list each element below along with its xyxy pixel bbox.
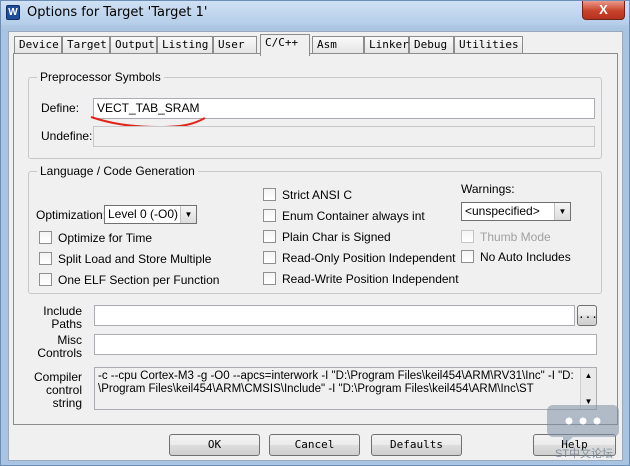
compiler-control-label: Compiler control string (32, 371, 82, 410)
compiler-control-string[interactable]: -c --cpu Cortex-M3 -g -O0 --apcs=interwo… (94, 367, 597, 410)
misc-controls-label: Misc Controls (32, 334, 82, 360)
browse-include-paths-button[interactable]: ... (577, 305, 598, 326)
c-cpp-panel: Preprocessor Symbols Define: VECT_TAB_SR… (13, 53, 618, 425)
rw-position-independent-label: Read-Write Position Independent (282, 272, 459, 286)
options-dialog: W Options for Target 'Target 1' X Device… (0, 0, 630, 466)
tab-user[interactable]: User (213, 36, 257, 54)
optimization-select[interactable]: Level 0 (-O0) ▼ (104, 205, 197, 224)
tab-asm[interactable]: Asm (312, 36, 364, 54)
plain-char-signed-label: Plain Char is Signed (282, 230, 391, 244)
checkbox-box (263, 272, 276, 285)
title-bar[interactable]: W Options for Target 'Target 1' X (1, 1, 629, 25)
window-title: Options for Target 'Target 1' (27, 5, 208, 20)
chevron-down-icon: ▼ (554, 203, 570, 220)
keil-app-icon: W (6, 5, 20, 20)
optimize-for-time-label: Optimize for Time (58, 231, 153, 245)
chevron-down-icon: ▼ (180, 206, 196, 223)
undefine-input[interactable] (93, 126, 595, 147)
cancel-button[interactable]: Cancel (269, 434, 360, 456)
preprocessor-group: Preprocessor Symbols Define: VECT_TAB_SR… (28, 70, 602, 159)
tab-target[interactable]: Target (62, 36, 110, 54)
strict-ansi-checkbox[interactable]: Strict ANSI C (263, 188, 352, 204)
tab-utilities[interactable]: Utilities (454, 36, 523, 54)
optimize-for-time-checkbox[interactable]: Optimize for Time (39, 231, 152, 247)
optimization-value: Level 0 (-O0) (108, 207, 179, 221)
ro-position-independent-label: Read-Only Position Independent (282, 251, 456, 265)
tab-device[interactable]: Device (14, 36, 62, 54)
tab-c-cpp[interactable]: C/C++ (260, 34, 310, 56)
no-auto-includes-label: No Auto Includes (480, 250, 571, 264)
checkbox-box (39, 252, 52, 265)
one-elf-section-label: One ELF Section per Function (58, 273, 220, 287)
scroll-up-icon[interactable]: ▲ (581, 368, 596, 383)
warnings-select[interactable]: <unspecified> ▼ (461, 202, 571, 221)
warnings-label: Warnings: (461, 182, 515, 196)
forum-watermark: ST中文论坛 (545, 399, 623, 460)
define-label: Define: (41, 101, 80, 115)
include-label-line-2: Paths (51, 317, 82, 331)
compiler-label-line-3: string (52, 396, 82, 410)
include-paths-input[interactable] (94, 305, 575, 326)
checkbox-box (461, 230, 474, 243)
include-paths-label: Include Paths (32, 305, 82, 331)
chat-bubble-icon (547, 405, 619, 446)
tab-listing[interactable]: Listing (157, 36, 213, 54)
enum-container-checkbox[interactable]: Enum Container always int (263, 209, 425, 225)
misc-label-line-2: Controls (37, 346, 82, 360)
close-button[interactable]: X (582, 1, 625, 20)
rw-position-independent-checkbox[interactable]: Read-Write Position Independent (263, 272, 459, 288)
strict-ansi-label: Strict ANSI C (282, 188, 353, 202)
tab-linker[interactable]: Linker (364, 36, 409, 54)
no-auto-includes-checkbox[interactable]: No Auto Includes (461, 250, 571, 266)
split-load-store-checkbox[interactable]: Split Load and Store Multiple (39, 252, 211, 268)
watermark-text: ST中文论坛 (554, 448, 614, 460)
compiler-string-line-2: \Program Files\keil454\ARM\CMSIS\Include… (98, 383, 534, 395)
warnings-value: <unspecified> (465, 204, 540, 218)
ok-button[interactable]: OK (169, 434, 260, 456)
preprocessor-legend: Preprocessor Symbols (37, 70, 164, 84)
language-group: Language / Code Generation Optimization:… (28, 164, 602, 294)
defaults-button[interactable]: Defaults (371, 434, 462, 456)
split-load-store-label: Split Load and Store Multiple (58, 252, 212, 266)
checkbox-box (461, 250, 474, 263)
language-legend: Language / Code Generation (37, 164, 198, 178)
define-value: VECT_TAB_SRAM (97, 101, 200, 115)
checkbox-box (39, 231, 52, 244)
thumb-mode-checkbox[interactable]: Thumb Mode (461, 230, 551, 246)
tab-debug[interactable]: Debug (409, 36, 454, 54)
undefine-label: Undefine: (41, 129, 93, 143)
ro-position-independent-checkbox[interactable]: Read-Only Position Independent (263, 251, 455, 267)
misc-controls-input[interactable] (94, 334, 597, 355)
thumb-mode-label: Thumb Mode (480, 230, 551, 244)
compiler-string-line-1: -c --cpu Cortex-M3 -g -O0 --apcs=interwo… (98, 370, 574, 382)
optimization-label: Optimization: (36, 208, 107, 222)
plain-char-signed-checkbox[interactable]: Plain Char is Signed (263, 230, 391, 246)
checkbox-box (263, 188, 276, 201)
checkbox-box (263, 251, 276, 264)
checkbox-box (263, 209, 276, 222)
enum-container-label: Enum Container always int (282, 209, 425, 223)
tab-output[interactable]: Output (110, 36, 157, 54)
checkbox-box (39, 273, 52, 286)
checkbox-box (263, 230, 276, 243)
dialog-client-area: Device Target Output Listing User C/C++ … (8, 31, 623, 461)
one-elf-section-checkbox[interactable]: One ELF Section per Function (39, 273, 219, 289)
